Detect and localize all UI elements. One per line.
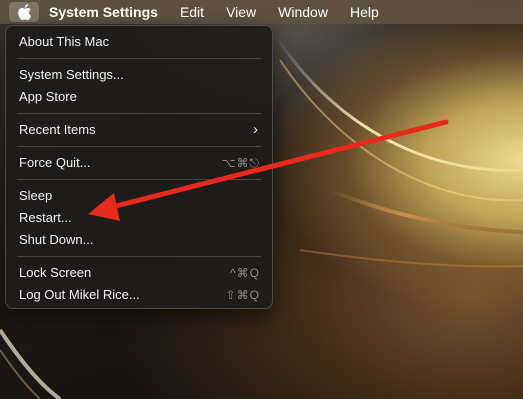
menubar-app-name[interactable]: System Settings (49, 4, 158, 20)
menu-item-restart[interactable]: Restart... (6, 207, 272, 229)
menubar-view[interactable]: View (226, 4, 256, 20)
menu-item-shut-down[interactable]: Shut Down... (6, 229, 272, 251)
apple-menu-button[interactable] (9, 2, 39, 22)
menu-item-log-out[interactable]: Log Out Mikel Rice... ⇧⌘Q (6, 284, 272, 306)
menu-separator (17, 179, 261, 180)
menu-item-label: App Store (19, 89, 77, 104)
menu-item-label: Recent Items (19, 122, 96, 137)
menu-item-label: Force Quit... (19, 155, 91, 170)
menu-item-label: Shut Down... (19, 232, 94, 247)
menu-bar: System Settings Edit View Window Help (0, 0, 523, 24)
menu-separator (17, 146, 261, 147)
menu-item-recent-items[interactable]: Recent Items › (6, 119, 272, 141)
menu-item-label: About This Mac (19, 34, 110, 49)
desktop: System Settings Edit View Window Help Ab… (0, 0, 523, 399)
menu-separator (17, 58, 261, 59)
menu-item-label: Sleep (19, 188, 53, 203)
menu-item-label: Restart... (19, 210, 72, 225)
keyboard-shortcut: ⌥⌘⎋ (221, 156, 260, 170)
apple-logo-icon (18, 4, 32, 21)
menu-item-lock-screen[interactable]: Lock Screen ^⌘Q (6, 262, 272, 284)
menu-item-system-settings[interactable]: System Settings... (6, 64, 272, 86)
menubar-help[interactable]: Help (350, 4, 379, 20)
chevron-right-icon: › (253, 121, 258, 138)
menu-item-sleep[interactable]: Sleep (6, 185, 272, 207)
menu-item-label: Lock Screen (19, 265, 92, 280)
keyboard-shortcut: ⇧⌘Q (225, 288, 260, 302)
menu-item-about-this-mac[interactable]: About This Mac (6, 31, 272, 53)
menu-item-app-store[interactable]: App Store (6, 86, 272, 108)
apple-menu-dropdown: About This Mac System Settings... App St… (5, 25, 273, 309)
keyboard-shortcut: ^⌘Q (230, 266, 260, 280)
menu-item-label: System Settings... (19, 67, 124, 82)
menubar-window[interactable]: Window (278, 4, 328, 20)
menu-separator (17, 113, 261, 114)
menu-item-label: Log Out Mikel Rice... (19, 287, 140, 302)
menubar-edit[interactable]: Edit (180, 4, 204, 20)
menu-separator (17, 256, 261, 257)
menu-item-force-quit[interactable]: Force Quit... ⌥⌘⎋ (6, 152, 272, 174)
